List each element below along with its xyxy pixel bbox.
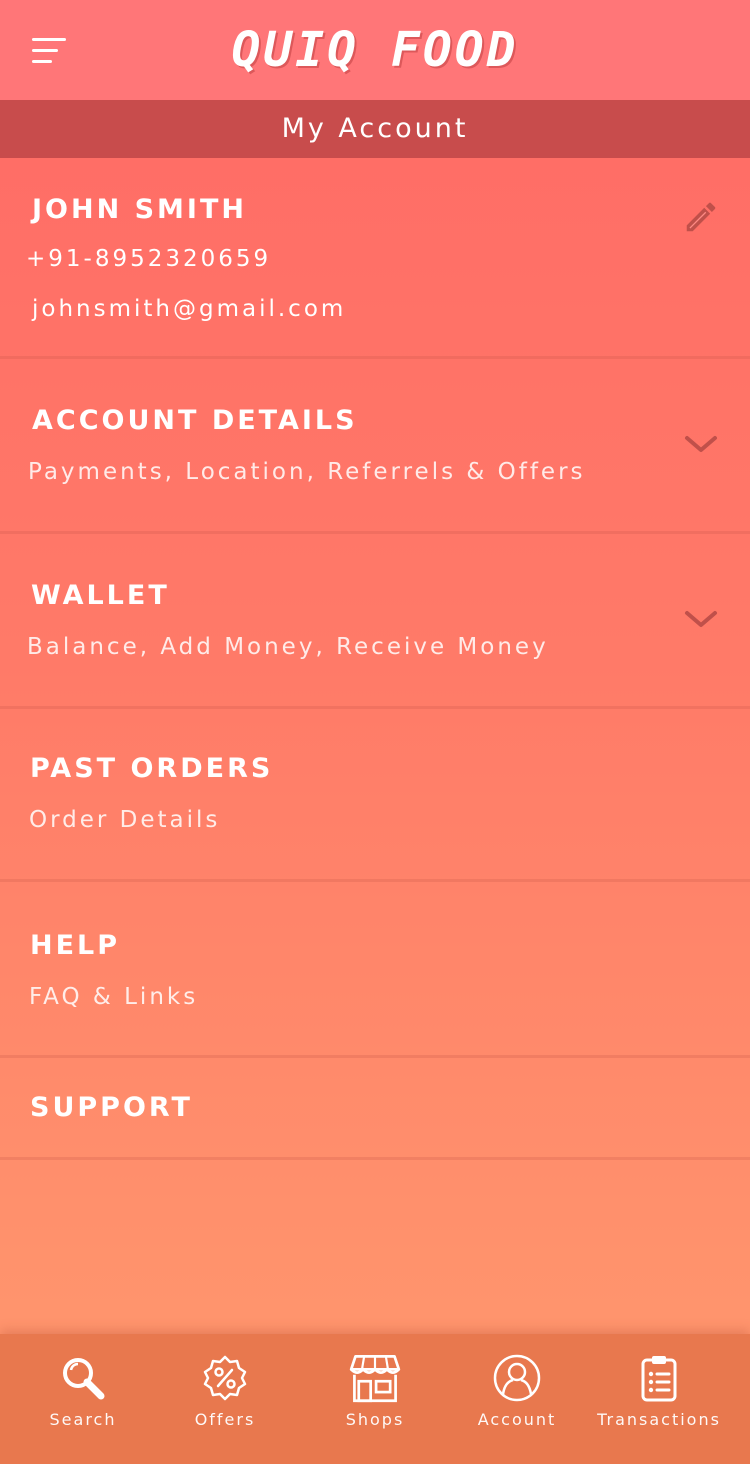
app-logo: QUIQ FOOD <box>231 22 519 78</box>
nav-label: Transactions <box>597 1410 721 1429</box>
nav-label: Offers <box>194 1410 256 1429</box>
account-details-section[interactable]: ACCOUNT DETAILS Payments, Location, Refe… <box>0 359 750 534</box>
profile-email: johnsmith@gmail.com <box>32 296 347 322</box>
support-section[interactable]: SUPPORT <box>0 1058 750 1160</box>
nav-label: Account <box>477 1410 557 1429</box>
past-orders-section[interactable]: PAST ORDERS Order Details <box>0 709 750 882</box>
shop-icon <box>349 1354 401 1403</box>
nav-transactions[interactable]: Transactions <box>588 1334 730 1464</box>
section-title: WALLET <box>31 580 170 611</box>
section-title: HELP <box>30 930 121 961</box>
clipboard-list-icon <box>641 1356 677 1402</box>
edit-pencil-icon[interactable] <box>682 198 720 236</box>
chevron-down-icon[interactable] <box>684 435 718 455</box>
search-icon <box>63 1358 105 1400</box>
section-title: SUPPORT <box>30 1092 193 1123</box>
nav-search[interactable]: Search <box>12 1334 154 1464</box>
section-subtitle: Order Details <box>29 807 221 833</box>
offer-badge-icon <box>203 1355 247 1401</box>
page-title: My Account <box>0 100 750 158</box>
app-header: QUIQ FOOD <box>0 0 750 100</box>
section-subtitle: Balance, Add Money, Receive Money <box>27 634 549 660</box>
account-icon <box>493 1354 541 1402</box>
help-section[interactable]: HELP FAQ & Links <box>0 882 750 1058</box>
section-title: PAST ORDERS <box>30 753 274 784</box>
profile-card: JOHN SMITH +91-8952320659 johnsmith@gmai… <box>0 158 750 359</box>
bottom-navigation: Search Offers Shops Account Transactions <box>0 1334 750 1464</box>
section-subtitle: Payments, Location, Referrels & Offers <box>28 459 586 485</box>
nav-shops[interactable]: Shops <box>304 1334 446 1464</box>
profile-phone: +91-8952320659 <box>26 246 272 272</box>
nav-account[interactable]: Account <box>446 1334 588 1464</box>
wallet-section[interactable]: WALLET Balance, Add Money, Receive Money <box>0 534 750 709</box>
nav-offers[interactable]: Offers <box>154 1334 296 1464</box>
section-title: ACCOUNT DETAILS <box>32 405 358 436</box>
section-subtitle: FAQ & Links <box>29 984 199 1010</box>
nav-label: Search <box>49 1410 117 1429</box>
chevron-down-icon[interactable] <box>684 610 718 630</box>
profile-name: JOHN SMITH <box>32 194 247 225</box>
nav-label: Shops <box>345 1410 405 1429</box>
